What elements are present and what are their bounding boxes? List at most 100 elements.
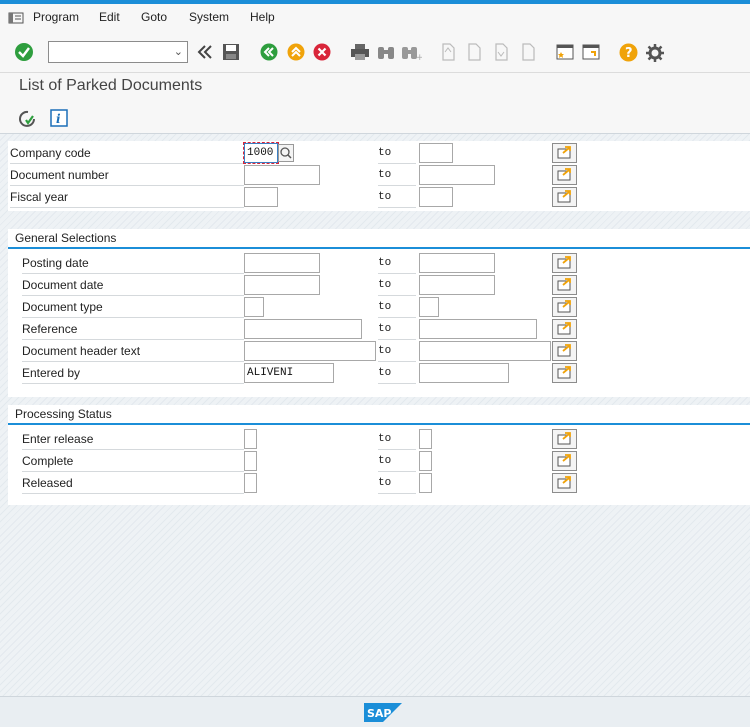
find-next-icon[interactable]: +: [400, 43, 422, 61]
sap-logo: SAP: [364, 703, 402, 722]
document-header-text-from-input[interactable]: [244, 341, 376, 361]
posting-date-to-input[interactable]: [419, 253, 495, 273]
label-released: Released: [22, 473, 244, 494]
next-page-icon[interactable]: [493, 43, 509, 61]
entered-by-to-input[interactable]: [419, 363, 509, 383]
exit-icon[interactable]: [287, 43, 305, 61]
document-number-from-input[interactable]: [244, 165, 320, 185]
shortcut-icon[interactable]: [582, 43, 600, 61]
enter-release-multiple-selection-button[interactable]: [552, 429, 577, 449]
document-type-to-input[interactable]: [419, 297, 439, 317]
complete-to-input[interactable]: [419, 451, 432, 471]
menu-program[interactable]: Program: [33, 10, 79, 24]
reference-multiple-selection-button[interactable]: [552, 319, 577, 339]
svg-text:SAP: SAP: [367, 707, 392, 720]
back-icon[interactable]: [196, 43, 214, 61]
label-complete: Complete: [22, 451, 244, 472]
company-code-to-input[interactable]: [419, 143, 453, 163]
menu-help[interactable]: Help: [250, 10, 275, 24]
general-selections-title: General Selections: [15, 231, 117, 245]
multiple-selection-icon: [557, 366, 571, 379]
document-header-text-multiple-selection-button[interactable]: [552, 341, 577, 361]
fiscal-year-to-input[interactable]: [419, 187, 453, 207]
execute-icon[interactable]: [18, 109, 38, 129]
document-date-to-input[interactable]: [419, 275, 495, 295]
posting-date-from-input[interactable]: [244, 253, 320, 273]
multiple-selection-icon: [557, 300, 571, 313]
document-date-to-label: to: [378, 275, 416, 296]
value-help-icon[interactable]: [278, 144, 294, 162]
multiple-selection-icon: [557, 190, 571, 203]
entered-by-from-input[interactable]: ALIVENI: [244, 363, 334, 383]
company-code-to-label: to: [378, 143, 416, 164]
enter-release-to-input[interactable]: [419, 429, 432, 449]
standard-toolbar: ⌄ + ?: [0, 32, 750, 73]
chevron-down-icon[interactable]: ⌄: [174, 45, 183, 58]
document-number-multiple-selection-button[interactable]: [552, 165, 577, 185]
cancel-icon[interactable]: [313, 43, 331, 61]
document-type-multiple-selection-button[interactable]: [552, 297, 577, 317]
company-code-multiple-selection-button[interactable]: [552, 143, 577, 163]
complete-to-label: to: [378, 451, 416, 472]
processing-status-header: Processing Status: [8, 405, 750, 425]
new-session-icon[interactable]: [556, 43, 574, 61]
released-multiple-selection-button[interactable]: [552, 473, 577, 493]
general-selections-group: General Selections Posting date to Docum…: [8, 229, 750, 397]
multiple-selection-icon: [557, 278, 571, 291]
reference-to-input[interactable]: [419, 319, 537, 339]
released-from-input[interactable]: [244, 473, 257, 493]
multiple-selection-icon: [557, 344, 571, 357]
released-to-label: to: [378, 473, 416, 494]
document-type-from-input[interactable]: [244, 297, 264, 317]
label-document-header-text: Document header text: [22, 341, 244, 362]
fiscal-year-from-input[interactable]: [244, 187, 278, 207]
document-header-text-to-label: to: [378, 341, 416, 362]
document-date-multiple-selection-button[interactable]: [552, 275, 577, 295]
last-page-icon[interactable]: [520, 43, 536, 61]
complete-from-input[interactable]: [244, 451, 257, 471]
multiple-selection-icon: [557, 146, 571, 159]
previous-page-icon[interactable]: [466, 43, 482, 61]
posting-date-multiple-selection-button[interactable]: [552, 253, 577, 273]
enter-release-to-label: to: [378, 429, 416, 450]
multiple-selection-icon: [557, 476, 571, 489]
find-icon[interactable]: [376, 43, 396, 61]
label-document-type: Document type: [22, 297, 244, 318]
label-posting-date: Posting date: [22, 253, 244, 274]
document-date-from-input[interactable]: [244, 275, 320, 295]
released-to-input[interactable]: [419, 473, 432, 493]
reference-to-label: to: [378, 319, 416, 340]
save-icon[interactable]: [222, 43, 240, 61]
svg-text:+: +: [416, 53, 422, 61]
entered-by-multiple-selection-button[interactable]: [552, 363, 577, 383]
label-enter-release: Enter release: [22, 429, 244, 450]
menu-goto[interactable]: Goto: [141, 10, 167, 24]
label-document-number: Document number: [10, 165, 244, 186]
label-company-code: Company code: [10, 143, 244, 164]
menu-bar: Program Edit Goto System Help: [0, 4, 750, 32]
multiple-selection-icon: [557, 256, 571, 269]
processing-status-title: Processing Status: [15, 407, 112, 421]
back-green-icon[interactable]: [260, 43, 278, 61]
menu-icon[interactable]: [8, 11, 24, 25]
reference-from-input[interactable]: [244, 319, 362, 339]
settings-icon[interactable]: [645, 43, 665, 63]
company-code-from-input[interactable]: 1000: [243, 142, 279, 164]
general-selections-header: General Selections: [8, 229, 750, 249]
print-icon[interactable]: [350, 43, 370, 61]
enter-release-from-input[interactable]: [244, 429, 257, 449]
command-field[interactable]: ⌄: [48, 41, 188, 63]
menu-system[interactable]: System: [189, 10, 229, 24]
help-icon[interactable]: ?: [619, 43, 638, 62]
complete-multiple-selection-button[interactable]: [552, 451, 577, 471]
enter-icon[interactable]: [14, 42, 34, 62]
menu-edit[interactable]: Edit: [99, 10, 120, 24]
first-page-icon[interactable]: [440, 43, 456, 61]
fiscal-year-multiple-selection-button[interactable]: [552, 187, 577, 207]
multiple-selection-icon: [557, 322, 571, 335]
multiple-selection-icon: [557, 432, 571, 445]
info-icon[interactable]: i: [50, 109, 68, 127]
entered-by-to-label: to: [378, 363, 416, 384]
document-number-to-input[interactable]: [419, 165, 495, 185]
document-header-text-to-input[interactable]: [419, 341, 551, 361]
